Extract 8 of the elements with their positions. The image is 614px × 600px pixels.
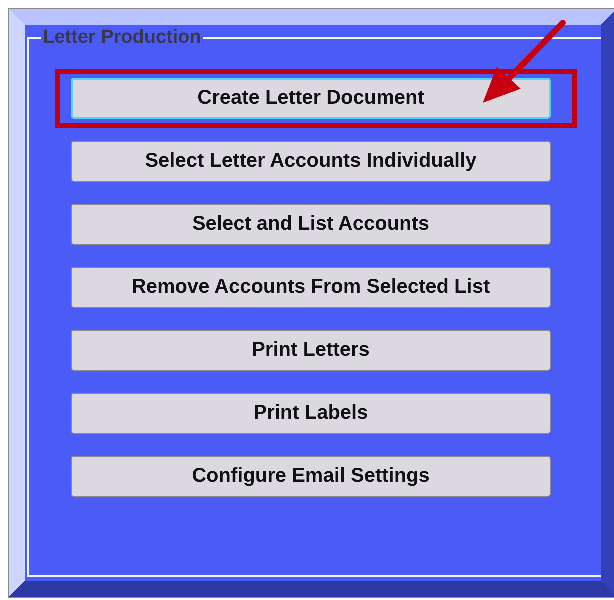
group-title: Letter Production	[42, 27, 202, 49]
action-button[interactable]: Select and List Accounts	[71, 204, 551, 245]
action-button[interactable]: Configure Email Settings	[71, 456, 551, 497]
action-button[interactable]: Print Labels	[71, 393, 551, 434]
action-button[interactable]: Select Letter Accounts Individually	[71, 141, 551, 182]
action-button[interactable]: Print Letters	[71, 330, 551, 371]
action-button[interactable]: Remove Accounts From Selected List	[71, 267, 551, 308]
action-button[interactable]: Create Letter Document	[71, 78, 551, 119]
